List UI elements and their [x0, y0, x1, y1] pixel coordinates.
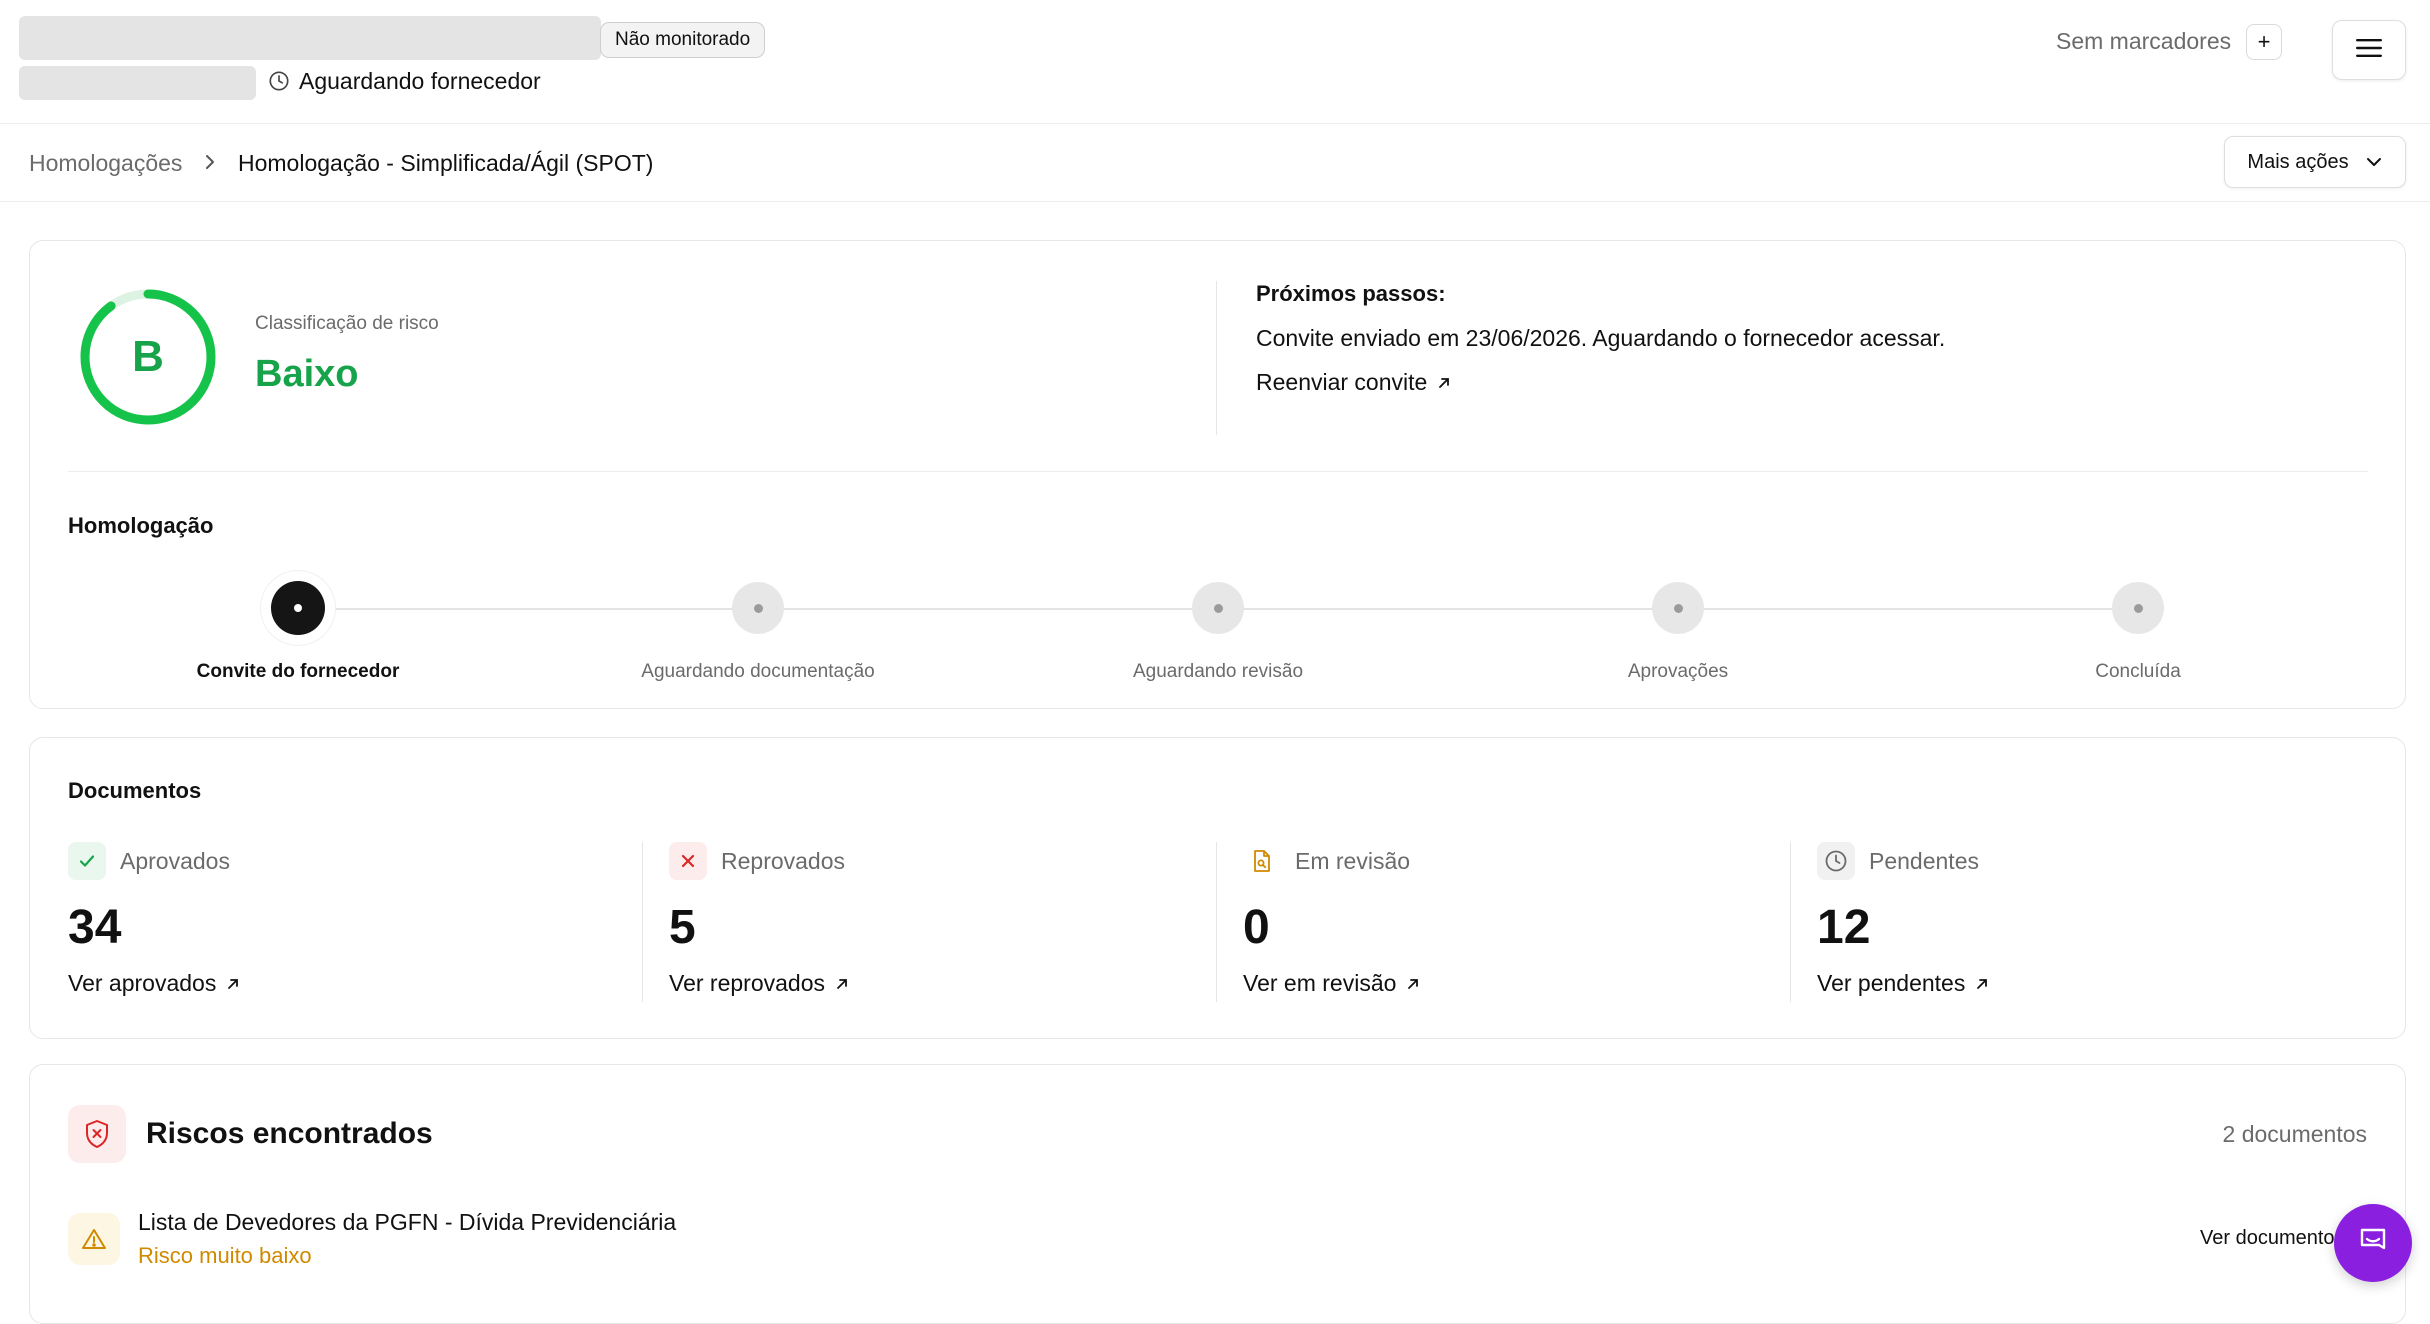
step-awaiting-documentation: Aguardando documentação — [598, 571, 918, 683]
doc-stat-label: Reprovados — [721, 847, 846, 874]
arrow-up-right-icon — [1975, 970, 1989, 997]
risk-item-level: Risco muito baixo — [138, 1243, 312, 1268]
step-approvals: Aprovações — [1518, 571, 1838, 683]
risks-found-title: Riscos encontrados — [146, 1117, 433, 1150]
more-actions-button[interactable]: Mais ações — [2224, 136, 2406, 188]
risk-overview-card: B Classificação de risco Baixo Próximos … — [29, 240, 2406, 709]
doc-stat-header: Em revisão — [1243, 842, 1410, 880]
divider — [68, 471, 2368, 472]
doc-stat-count: 0 — [1243, 901, 1270, 954]
top-header: Não monitorado Aguardando fornecedor Sem… — [0, 0, 2430, 124]
document-search-icon — [1243, 842, 1281, 880]
risk-grade-ring: B — [76, 285, 220, 434]
breadcrumb: Homologações Homologação - Simplificada/… — [0, 124, 2430, 202]
doc-stat-header: Pendentes — [1817, 842, 1979, 880]
step-supplier-invite: Convite do fornecedor — [138, 571, 458, 683]
resend-invite-label: Reenviar convite — [1256, 369, 1428, 395]
doc-stat-link-label: Ver pendentes — [1817, 970, 1966, 996]
view-document-link[interactable]: Ver documento — [2200, 1227, 2335, 1250]
supplier-status-text: Aguardando fornecedor — [299, 67, 541, 94]
documents-title: Documentos — [68, 778, 202, 803]
step-label: Aguardando revisão — [1132, 661, 1304, 682]
chat-icon — [2356, 1224, 2390, 1263]
arrow-up-right-icon — [226, 970, 240, 997]
check-icon — [68, 842, 106, 880]
documents-pending: Pendentes 12 Ver pendentes — [1790, 842, 2350, 1002]
shield-alert-icon — [68, 1105, 126, 1163]
more-actions-label: Mais ações — [2247, 150, 2349, 173]
doc-stat-header: Aprovados — [68, 842, 230, 880]
chevron-right-icon — [202, 152, 218, 177]
x-icon — [669, 842, 707, 880]
arrow-up-right-icon — [1406, 970, 1420, 997]
view-pending-link[interactable]: Ver pendentes — [1817, 970, 1989, 997]
risks-found-count: 2 documentos — [2222, 1121, 2367, 1147]
step-label: Concluída — [2095, 661, 2181, 682]
step-marker — [1192, 582, 1244, 634]
doc-stat-link-label: Ver aprovados — [68, 970, 217, 996]
documents-card: Documentos Aprovados 34 Ver aprovados Re… — [29, 737, 2406, 1039]
doc-stat-label: Em revisão — [1295, 847, 1411, 874]
doc-stat-count: 34 — [68, 901, 122, 954]
step-label: Aguardando documentação — [641, 661, 875, 682]
homologation-stepper: Convite do fornecedor Aguardando documen… — [30, 571, 2407, 683]
doc-stat-link-label: Ver reprovados — [669, 970, 825, 996]
documents-rejected: Reprovados 5 Ver reprovados — [642, 842, 1202, 1002]
documents-in-review: Em revisão 0 Ver em revisão — [1216, 842, 1776, 1002]
view-in-review-link[interactable]: Ver em revisão — [1243, 970, 1420, 997]
arrow-up-right-icon — [1437, 369, 1451, 396]
risks-found-card: Riscos encontrados 2 documentos Lista de… — [29, 1064, 2406, 1324]
next-steps-title: Próximos passos: — [1256, 281, 1446, 306]
arrow-up-right-icon — [835, 970, 849, 997]
risk-item-title: Lista de Devedores da PGFN - Dívida Prev… — [138, 1209, 677, 1235]
doc-stat-label: Aprovados — [120, 847, 230, 874]
breadcrumb-homologacoes-link[interactable]: Homologações — [29, 146, 182, 180]
hamburger-icon — [2355, 37, 2383, 64]
tags-label: Sem marcadores — [2056, 28, 2232, 54]
risk-level: Baixo — [255, 353, 359, 395]
monitoring-badge[interactable]: Não monitorado — [600, 22, 766, 58]
supplier-id-redacted — [19, 66, 256, 100]
homologation-title: Homologação — [68, 513, 214, 538]
step-marker — [1652, 582, 1704, 634]
chevron-down-icon — [2365, 151, 2383, 174]
chat-launcher-button[interactable] — [2334, 1204, 2412, 1282]
divider — [1216, 281, 1217, 435]
risk-caption: Classificação de risco — [255, 313, 439, 334]
doc-stat-count: 5 — [669, 901, 696, 954]
doc-stat-header: Reprovados — [669, 842, 845, 880]
step-marker — [2112, 582, 2164, 634]
next-steps-text: Convite enviado em 23/06/2026. Aguardand… — [1256, 325, 1946, 351]
step-label: Aprovações — [1627, 661, 1729, 682]
clock-icon — [1817, 842, 1855, 880]
documents-approved: Aprovados 34 Ver aprovados — [68, 842, 628, 1002]
add-tag-button[interactable]: + — [2246, 24, 2282, 60]
warning-icon — [68, 1213, 120, 1265]
view-rejected-link[interactable]: Ver reprovados — [669, 970, 849, 997]
step-marker — [732, 582, 784, 634]
step-awaiting-review: Aguardando revisão — [1058, 571, 1378, 683]
doc-stat-count: 12 — [1817, 901, 1871, 954]
supplier-status: Aguardando fornecedor — [268, 64, 541, 98]
resend-invite-link[interactable]: Reenviar convite — [1256, 369, 1451, 396]
step-marker-active — [261, 571, 335, 645]
supplier-name-redacted — [19, 16, 601, 60]
step-label: Convite do fornecedor — [196, 661, 400, 682]
view-approved-link[interactable]: Ver aprovados — [68, 970, 240, 997]
clock-icon — [268, 70, 290, 92]
step-completed: Concluída — [1978, 571, 2298, 683]
doc-stat-link-label: Ver em revisão — [1243, 970, 1397, 996]
risk-grade-letter: B — [132, 332, 164, 381]
breadcrumb-current: Homologação - Simplificada/Ágil (SPOT) — [238, 150, 654, 176]
hamburger-menu-button[interactable] — [2332, 20, 2406, 80]
doc-stat-label: Pendentes — [1869, 847, 1979, 874]
